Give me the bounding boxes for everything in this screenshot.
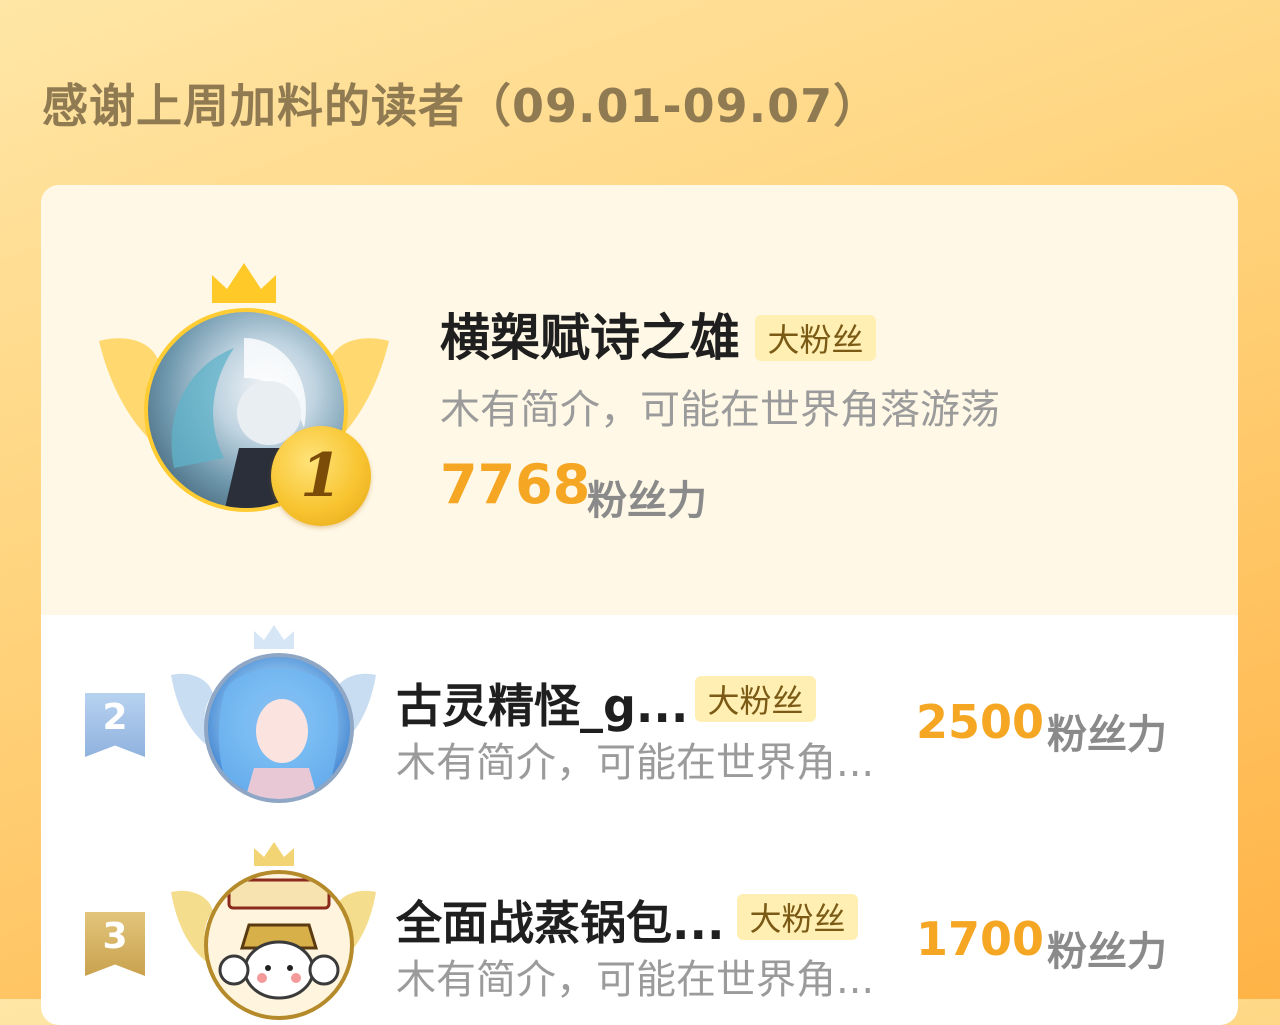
reader-score: 2500: [916, 695, 1045, 749]
reader-score: 1700: [916, 912, 1045, 966]
cartoon-cat-avatar-art-icon: [218, 878, 340, 1000]
top-reader-fan-badge: 大粉丝: [755, 315, 876, 361]
top-reader-name[interactable]: 横槊赋诗之雄: [440, 298, 740, 370]
reader-row[interactable]: 2 古灵精怪_g... 大粉丝 木有简介，可能在世界角... 2500 粉丝力: [41, 615, 1238, 830]
reader-score-unit: 粉丝力: [1047, 712, 1167, 758]
reader-score-unit: 粉丝力: [1047, 929, 1167, 975]
page-title: 感谢上周加料的读者（09.01-09.07）: [42, 79, 881, 133]
top-reader-card[interactable]: 1 横槊赋诗之雄 大粉丝 木有简介，可能在世界角落游荡 7768 粉丝力: [41, 185, 1238, 615]
top-reader-score: 7768: [440, 453, 591, 516]
reader-avatar-frame[interactable]: [171, 842, 376, 1022]
top-reader-bio: 木有简介，可能在世界角落游荡: [440, 387, 1000, 433]
reader-row[interactable]: 3 全面战蒸锅包... 大粉丝 木有简介，可能在世界角... 1700 粉丝力: [41, 830, 1238, 1025]
reader-avatar-frame[interactable]: [171, 625, 376, 805]
top-reader-avatar-frame[interactable]: 1: [99, 263, 389, 533]
reader-avatar[interactable]: [204, 653, 354, 803]
reader-name[interactable]: 全面战蒸锅包...: [396, 887, 724, 953]
reader-bio: 木有简介，可能在世界角...: [396, 740, 875, 786]
reader-fan-badge: 大粉丝: [737, 894, 858, 940]
top-reader-score-unit: 粉丝力: [587, 478, 707, 524]
reader-fan-badge: 大粉丝: [695, 676, 816, 722]
reader-bio: 木有简介，可能在世界角...: [396, 957, 875, 1003]
anime-girl-avatar-art-icon: [218, 668, 339, 799]
rank-1-medal: 1: [271, 426, 371, 526]
rank-3-ribbon: 3: [85, 912, 145, 976]
reader-name[interactable]: 古灵精怪_g...: [396, 670, 688, 736]
leaderboard-card: 1 横槊赋诗之雄 大粉丝 木有简介，可能在世界角落游荡 7768 粉丝力 2 古…: [41, 185, 1238, 1025]
reader-avatar[interactable]: [204, 870, 354, 1020]
rank-2-ribbon: 2: [85, 693, 145, 757]
